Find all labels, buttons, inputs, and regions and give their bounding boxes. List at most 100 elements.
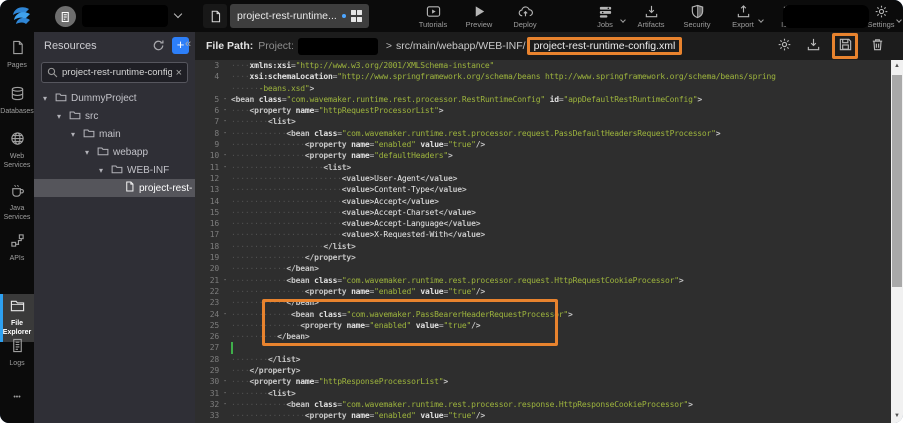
code-line[interactable]: 32-············<bean class="com.wavemake… — [195, 399, 891, 410]
editor-scrollbar[interactable]: ▲ ▼ — [891, 60, 903, 423]
line-number: 16 — [195, 218, 219, 229]
expand-caret-icon[interactable]: ▾ — [57, 112, 65, 121]
fold-marker[interactable]: - — [219, 399, 231, 410]
save-button[interactable] — [832, 33, 858, 59]
sidebar-item-java-services[interactable]: JavaServices — [0, 183, 34, 222]
expand-caret-icon[interactable]: ▾ — [99, 166, 107, 175]
open-file-tab[interactable]: project-rest-runtime... — [230, 4, 369, 28]
tree-item-dummyproject[interactable]: ▾DummyProject — [34, 89, 195, 107]
code-line[interactable]: 8-············<bean class="com.wavemaker… — [195, 128, 891, 139]
tree-item-web-inf[interactable]: ▾ WEB-INF — [34, 161, 195, 179]
tree-item-label: main — [99, 129, 121, 140]
resources-search-input[interactable] — [62, 67, 172, 78]
sidebar-item-file-explorer[interactable]: FileExplorer — [0, 294, 34, 342]
toolbar-item-preview[interactable]: Preview — [456, 4, 502, 29]
toolbar-item-security[interactable]: Security — [674, 4, 720, 29]
code-line[interactable]: 17························<value>X-Reque… — [195, 229, 891, 240]
tree-item-project-rest-[interactable]: project-rest- — [34, 179, 195, 197]
code-line[interactable]: 10-················<property name="defau… — [195, 150, 891, 161]
split-view-grid-icon[interactable] — [351, 10, 363, 22]
code-line[interactable]: 18····················</list> — [195, 241, 891, 252]
scrollbar-thumb[interactable] — [892, 75, 902, 287]
fold-marker — [219, 173, 231, 184]
sidebar-item--[interactable]: ••• — [0, 392, 34, 403]
project-switcher-chevron-down-icon[interactable] — [174, 10, 182, 18]
code-line[interactable]: 27 — [195, 342, 891, 353]
tree-item-webapp[interactable]: ▾webapp — [34, 143, 195, 161]
project-avatar[interactable] — [55, 6, 76, 27]
sidebar-item-apis[interactable]: APIs — [0, 233, 34, 264]
code-line[interactable]: 30-····<property name="httpResponseProce… — [195, 376, 891, 387]
code-line[interactable]: 12························<value>User-Ag… — [195, 173, 891, 184]
code-text: ····················<list> — [231, 162, 891, 173]
delete-button[interactable] — [867, 36, 887, 56]
toolbar-item-artifacts[interactable]: Artifacts — [628, 4, 674, 29]
code-line[interactable]: 6-····<property name="httpRequestProcess… — [195, 105, 891, 116]
file-path-label: File Path: — [206, 40, 253, 52]
fold-marker[interactable]: - — [219, 162, 231, 173]
wavemaker-logo-icon — [8, 3, 34, 29]
line-number: 12 — [195, 173, 219, 184]
clear-search-icon[interactable]: × — [176, 67, 182, 79]
file-tab-doc-icon[interactable] — [203, 4, 227, 28]
code-line[interactable]: 14························<value>Accept<… — [195, 196, 891, 207]
modified-line-indicator — [231, 342, 233, 353]
code-line[interactable]: 7-········<list> — [195, 116, 891, 127]
toolbar-item-tutorials[interactable]: Tutorials — [410, 4, 456, 29]
expand-caret-icon[interactable]: ▾ — [71, 130, 79, 139]
tree-item-label: WEB-INF — [127, 165, 169, 176]
code-line[interactable]: 16························<value>Accept-… — [195, 218, 891, 229]
code-line[interactable]: 4····xsi:schemaLocation="http://www.spri… — [195, 71, 891, 82]
code-line[interactable]: ······-beans.xsd"> — [195, 83, 891, 94]
folder-icon — [111, 163, 123, 178]
sidebar-item-logs[interactable]: Logs — [0, 338, 34, 369]
code-line[interactable]: 20············</bean> — [195, 263, 891, 274]
code-line[interactable]: 13························<value>Content… — [195, 184, 891, 195]
code-line[interactable]: 33················<property name="enable… — [195, 410, 891, 421]
settings-button[interactable] — [774, 36, 794, 56]
code-line[interactable]: 26··········</bean> — [195, 331, 891, 342]
scroll-down-arrow[interactable]: ▼ — [891, 410, 903, 423]
tree-item-src[interactable]: ▾src — [34, 107, 195, 125]
code-text: ················<property name="enabled"… — [231, 139, 891, 150]
sidebar-item-web-services[interactable]: WebServices — [0, 131, 34, 170]
code-line[interactable]: 21-············<bean class="com.wavemake… — [195, 275, 891, 286]
code-line[interactable]: 3····xmlns:xsi="http://www.w3.org/2001/X… — [195, 60, 891, 71]
scroll-up-arrow[interactable]: ▲ — [891, 60, 903, 73]
code-line[interactable]: 29····</property> — [195, 365, 891, 376]
code-line[interactable]: 23············</bean> — [195, 297, 891, 308]
code-line[interactable]: 25···············<property name="enabled… — [195, 320, 891, 331]
fold-marker[interactable]: - — [219, 94, 231, 105]
resources-tree: ▾DummyProject▾src▾main▾webapp▾WEB-INFpro… — [34, 89, 195, 197]
code-line[interactable]: 28········</list> — [195, 354, 891, 365]
fold-marker[interactable]: - — [219, 150, 231, 161]
code-line[interactable]: 24-·············<bean class="com.wavemak… — [195, 309, 891, 320]
code-line[interactable]: 15························<value>Accept-… — [195, 207, 891, 218]
download-button[interactable] — [803, 36, 823, 56]
expand-caret-icon[interactable]: ▾ — [43, 94, 51, 103]
code-line[interactable]: 19················</property> — [195, 252, 891, 263]
collapse-panel-button[interactable]: « — [185, 38, 191, 50]
expand-caret-icon[interactable]: ▾ — [85, 148, 93, 157]
fold-marker[interactable]: - — [219, 275, 231, 286]
fold-marker[interactable]: - — [219, 376, 231, 387]
toolbar-item-jobs[interactable]: Jobs — [582, 4, 628, 29]
toolbar-item-export[interactable]: Export — [720, 4, 766, 29]
code-line[interactable]: 31-········<list> — [195, 388, 891, 399]
code-line[interactable]: 9················<property name="enabled… — [195, 139, 891, 150]
fold-marker[interactable]: - — [219, 116, 231, 127]
tree-item-main[interactable]: ▾ main — [34, 125, 195, 143]
sidebar-item-databases[interactable]: Databases — [0, 86, 34, 117]
fold-marker[interactable]: - — [219, 309, 231, 320]
fold-marker[interactable]: - — [219, 388, 231, 399]
code-line[interactable]: 5-<bean class="com.wavemaker.runtime.res… — [195, 94, 891, 105]
toolbar-item-deploy[interactable]: Deploy — [502, 4, 548, 29]
code-editor[interactable]: 3····xmlns:xsi="http://www.w3.org/2001/X… — [195, 60, 891, 423]
fold-marker[interactable]: - — [219, 105, 231, 116]
code-line[interactable]: 11-····················<list> — [195, 162, 891, 173]
fold-marker[interactable]: - — [219, 128, 231, 139]
sidebar-item-pages[interactable]: Pages — [0, 40, 34, 71]
refresh-icon[interactable] — [150, 38, 166, 54]
resources-title: Resources — [44, 40, 150, 52]
code-line[interactable]: 22················<property name="enable… — [195, 286, 891, 297]
